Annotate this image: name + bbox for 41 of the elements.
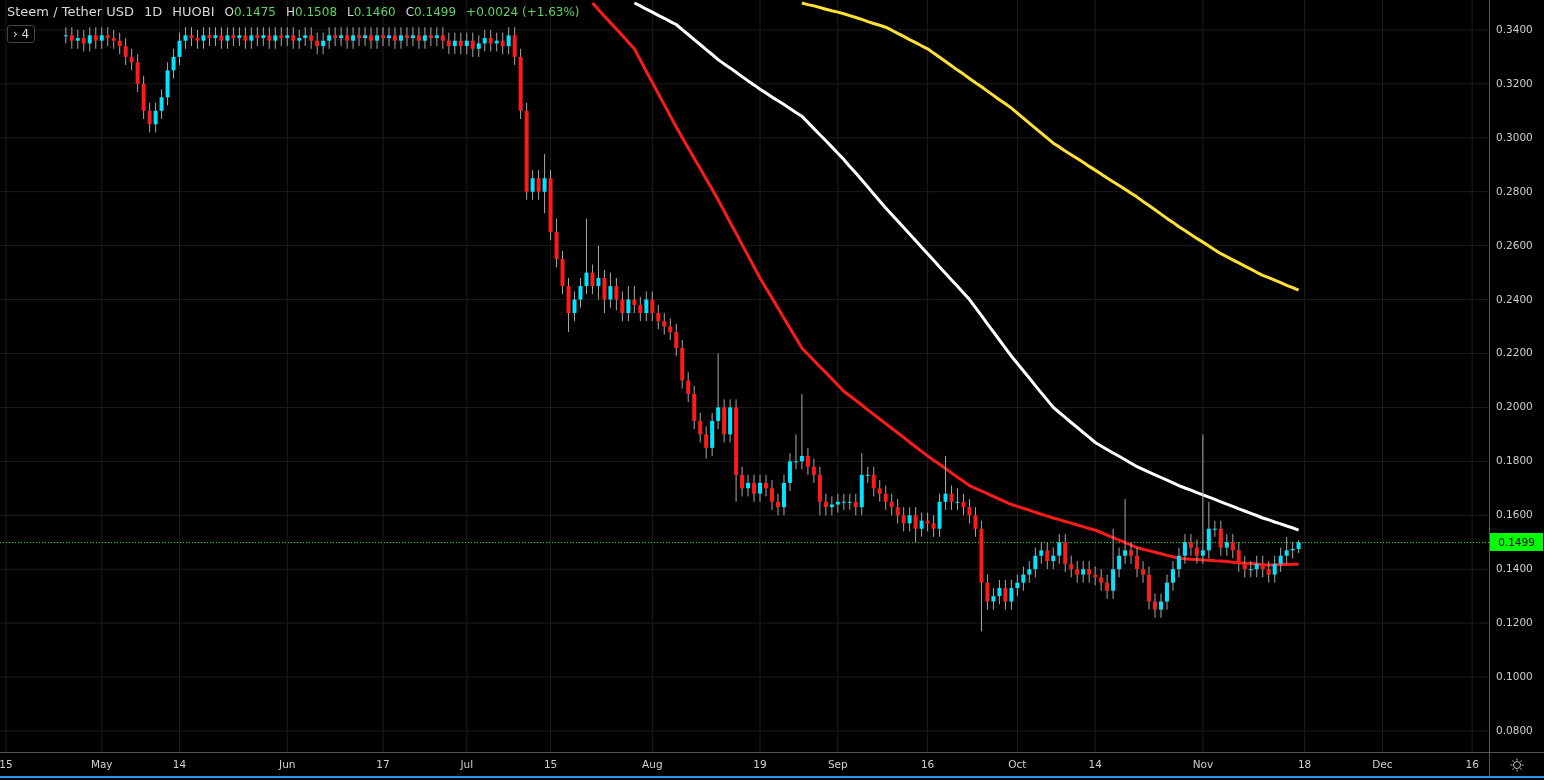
- price-axis-label: 0.2800: [1496, 184, 1533, 197]
- price-change: +0.0024 (+1.63%): [466, 5, 580, 19]
- last-price-badge: 0.1499: [1490, 533, 1544, 552]
- price-axis-label: 0.3400: [1496, 22, 1533, 35]
- time-axis-label: Nov: [1192, 758, 1214, 770]
- time-axis-label: 15: [543, 758, 558, 770]
- time-axis-label: 14: [1088, 758, 1102, 770]
- time-axis-label: 14: [172, 758, 187, 770]
- ohlc-value: C0.1499: [405, 5, 457, 19]
- exchange-label: HUOBI: [172, 4, 215, 19]
- time-axis-label: Dec: [1372, 758, 1393, 770]
- ohlc-value: O0.1475: [224, 5, 276, 19]
- ohlc-value: H0.1508: [286, 5, 338, 19]
- time-axis-label: 19: [753, 758, 767, 770]
- time-axis-label: May: [90, 758, 113, 770]
- indicators-toggle-button[interactable]: › 4: [7, 25, 36, 43]
- time-axis-label: 18: [1297, 758, 1312, 770]
- price-axis-label: 0.3000: [1496, 130, 1533, 143]
- interval-label: 1D: [144, 4, 163, 19]
- price-axis-label: 0.1400: [1496, 562, 1533, 575]
- time-axis-label: Sep: [827, 758, 848, 770]
- price-axis-label: 0.1000: [1496, 670, 1533, 683]
- time-axis-label: 17: [376, 758, 390, 770]
- price-axis-label: 0.1600: [1496, 508, 1533, 521]
- time-axis-label: Jul: [460, 758, 474, 770]
- ohlc-value: L0.1460: [347, 5, 396, 19]
- price-axis-label: 0.2200: [1496, 346, 1533, 359]
- price-axis-label: 0.3200: [1496, 76, 1533, 89]
- price-axis-label: 0.1800: [1496, 454, 1533, 467]
- price-axis-label: 0.0800: [1496, 723, 1533, 736]
- price-axis-label: 0.2000: [1496, 400, 1533, 413]
- time-axis-label: 16: [920, 758, 935, 770]
- time-axis-label: Aug: [642, 758, 663, 770]
- price-axis-label: 0.2600: [1496, 238, 1533, 251]
- price-axis-label: 0.1200: [1496, 616, 1533, 629]
- time-axis-label: 15: [0, 758, 13, 770]
- symbol-name: Steem / Tether USD: [7, 4, 134, 19]
- time-axis-label: Jun: [279, 758, 296, 770]
- price-axis-label: 0.2400: [1496, 292, 1533, 305]
- time-axis-label: Oct: [1008, 758, 1027, 770]
- time-axis-label: 16: [1465, 758, 1479, 770]
